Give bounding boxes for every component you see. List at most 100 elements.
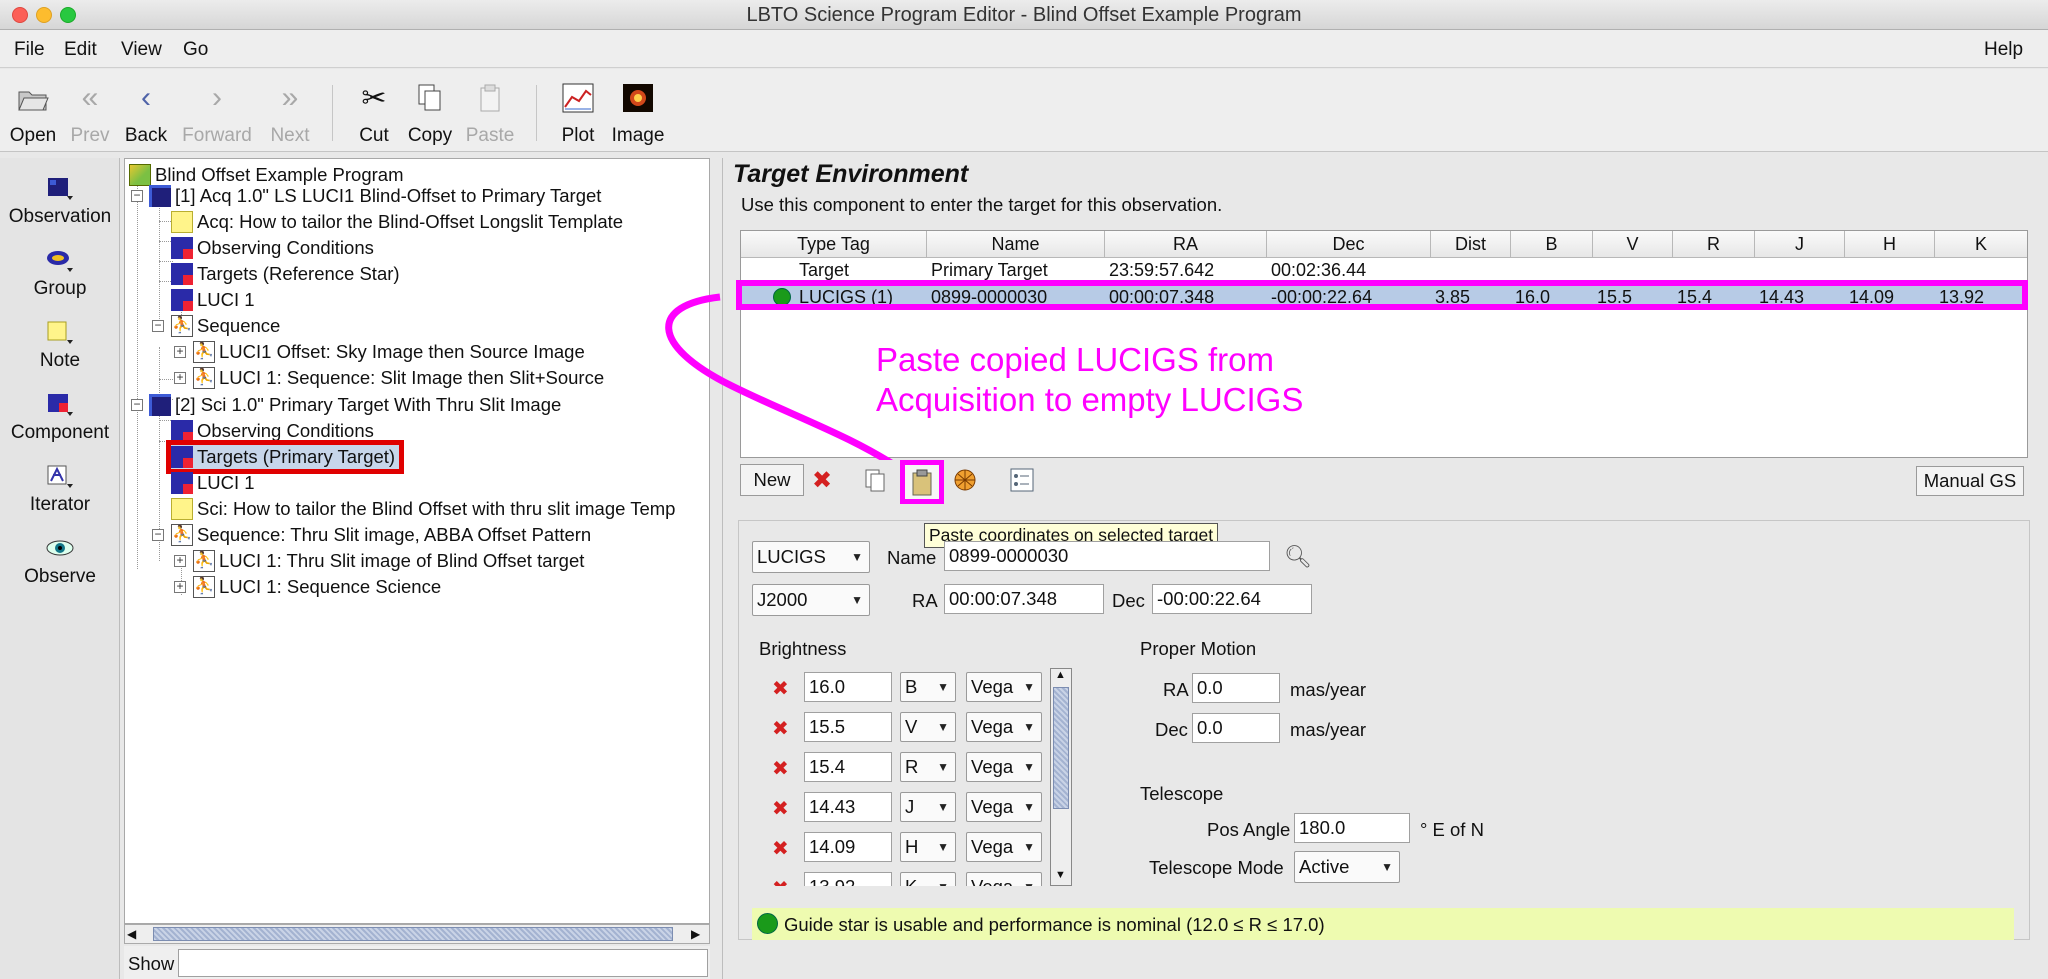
remove-magnitude-icon[interactable]: ✖ [772, 836, 789, 861]
collapse-toggle[interactable]: − [152, 319, 164, 332]
name-input[interactable]: 0899-0000030 [944, 541, 1270, 571]
scroll-down-arrow-icon[interactable]: ▼ [1055, 869, 1066, 881]
forward-button[interactable]: › Forward [181, 81, 253, 147]
remove-magnitude-icon[interactable]: ✖ [772, 676, 789, 701]
image-button[interactable]: Image [602, 81, 674, 147]
scroll-left-arrow-icon[interactable]: ◀ [127, 927, 136, 941]
magnitude-input[interactable]: 16.0 [804, 672, 892, 702]
system-combo[interactable]: Vega ▼ [966, 672, 1042, 702]
show-input[interactable] [178, 949, 708, 977]
tree-item-thru-slit[interactable]: ⛹ LUCI 1: Thru Slit image of Blind Offset… [193, 549, 584, 573]
tree-item-observation-2[interactable]: [2] Sci 1.0" Primary Target With Thru Sl… [149, 393, 561, 417]
telescope-mode-combo[interactable]: Active ▼ [1294, 851, 1400, 883]
scroll-thumb[interactable] [1053, 687, 1069, 809]
palette-observation[interactable]: Observation [0, 176, 120, 228]
tree-item-targets-reference[interactable]: Targets (Reference Star) [171, 262, 400, 286]
expand-toggle[interactable]: + [174, 345, 186, 358]
new-button[interactable]: New [740, 464, 804, 496]
column-header-dist[interactable]: Dist [1431, 231, 1511, 258]
system-combo[interactable]: Vega ▼ [966, 712, 1042, 742]
tree-item-targets-primary-selected[interactable]: Targets (Primary Target) [165, 440, 405, 474]
magnitude-scrollbar[interactable]: ▲ ▼ [1050, 668, 1072, 886]
menu-edit[interactable]: Edit [64, 39, 97, 61]
palette-observe[interactable]: Observe [0, 536, 120, 588]
band-combo[interactable]: V ▼ [900, 712, 956, 742]
target-tag-combo[interactable]: LUCIGS ▼ [752, 541, 870, 573]
magnitude-input[interactable]: 15.5 [804, 712, 892, 742]
back-button[interactable]: ‹ Back [110, 81, 182, 147]
band-combo[interactable]: R ▼ [900, 752, 956, 782]
column-header-type-tag[interactable]: Type Tag [741, 231, 927, 258]
band-combo[interactable]: K▼ [900, 872, 956, 886]
copy-coordinates-icon[interactable] [864, 468, 888, 498]
expand-toggle[interactable]: + [174, 554, 186, 567]
palette-iterator[interactable]: Iterator [0, 464, 120, 516]
duplicate-target-icon[interactable] [952, 467, 978, 499]
manual-gs-button[interactable]: Manual GS [1916, 466, 2024, 496]
band-combo[interactable]: B ▼ [900, 672, 956, 702]
column-header-v[interactable]: V [1593, 231, 1673, 258]
tree-item-luci1-2[interactable]: LUCI 1 [171, 471, 255, 495]
paste-coordinates-button[interactable] [900, 460, 944, 504]
remove-target-icon[interactable]: ✖ [812, 466, 832, 495]
band-combo[interactable]: J ▼ [900, 792, 956, 822]
tree-item-luci1[interactable]: LUCI 1 [171, 288, 255, 312]
tree-item-sequence[interactable]: ⛹ Sequence [171, 314, 280, 338]
pm-dec-input[interactable]: 0.0 [1192, 713, 1280, 743]
scroll-thumb[interactable] [153, 927, 673, 941]
menu-go[interactable]: Go [183, 39, 208, 61]
tree-item-sequence-2[interactable]: ⛹ Sequence: Thru Slit image, ABBA Offset … [171, 523, 591, 547]
expand-toggle[interactable]: + [174, 580, 186, 593]
scroll-up-arrow-icon[interactable]: ▲ [1055, 669, 1066, 681]
dec-input[interactable]: -00:00:22.64 [1152, 584, 1312, 614]
tree-item-observing-conditions-2[interactable]: Observing Conditions [171, 419, 374, 443]
magnitude-input[interactable]: 15.4 [804, 752, 892, 782]
search-icon[interactable]: 🔍︎ [1284, 544, 1312, 570]
column-header-ra[interactable]: RA [1105, 231, 1267, 258]
system-combo[interactable]: Vega ▼ [966, 872, 1042, 886]
column-header-k[interactable]: K [1935, 231, 2027, 258]
menu-view[interactable]: View [121, 39, 162, 61]
system-combo[interactable]: Vega ▼ [966, 752, 1042, 782]
magnitude-input[interactable]: 14.43 [804, 792, 892, 822]
next-button[interactable]: » Next [254, 81, 326, 147]
tree-item-note[interactable]: Acq: How to tailor the Blind-Offset Long… [171, 210, 623, 234]
remove-magnitude-icon[interactable]: ✖ [772, 876, 789, 886]
system-combo[interactable]: Vega ▼ [966, 832, 1042, 862]
coordinate-system-combo[interactable]: J2000 ▼ [752, 584, 870, 616]
list-icon[interactable] [1010, 468, 1034, 498]
ra-input[interactable]: 00:00:07.348 [944, 584, 1104, 614]
system-combo[interactable]: Vega ▼ [966, 792, 1042, 822]
palette-component[interactable]: Component [0, 392, 120, 444]
column-header-h[interactable]: H [1845, 231, 1935, 258]
pos-angle-input[interactable]: 180.0 [1294, 813, 1410, 843]
collapse-toggle[interactable]: − [152, 528, 164, 541]
expand-toggle[interactable]: + [174, 371, 186, 384]
magnitude-input[interactable]: 13.92 [804, 872, 892, 886]
column-header-b[interactable]: B [1511, 231, 1593, 258]
palette-note[interactable]: Note [0, 320, 120, 372]
tree-horizontal-scrollbar[interactable]: ◀ ▶ [124, 924, 710, 944]
collapse-toggle[interactable]: − [131, 398, 143, 411]
table-row[interactable]: Target Primary Target 23:59:57.642 00:02… [741, 258, 2027, 282]
tree-item-observation-1[interactable]: [1] Acq 1.0" LS LUCI1 Blind-Offset to Pr… [149, 184, 601, 208]
column-header-name[interactable]: Name [927, 231, 1105, 258]
tree-item-observing-conditions[interactable]: Observing Conditions [171, 236, 374, 260]
pm-ra-input[interactable]: 0.0 [1192, 673, 1280, 703]
column-header-j[interactable]: J [1755, 231, 1845, 258]
remove-magnitude-icon[interactable]: ✖ [772, 756, 789, 781]
tree-item-sci-note[interactable]: Sci: How to tailor the Blind Offset with… [171, 497, 675, 521]
remove-magnitude-icon[interactable]: ✖ [772, 716, 789, 741]
collapse-toggle[interactable]: − [131, 189, 143, 202]
tree-item-sequence-science[interactable]: ⛹ LUCI 1: Sequence Science [193, 575, 441, 599]
tree-item-luci-offset[interactable]: ⛹ LUCI1 Offset: Sky Image then Source Ima… [193, 340, 585, 364]
paste-button[interactable]: Paste [454, 81, 526, 147]
menu-file[interactable]: File [14, 39, 45, 61]
tree-item-luci-sequence[interactable]: ⛹ LUCI 1: Sequence: Slit Image then Slit+… [193, 366, 604, 390]
scroll-right-arrow-icon[interactable]: ▶ [691, 927, 700, 941]
column-header-dec[interactable]: Dec [1267, 231, 1431, 258]
band-combo[interactable]: H ▼ [900, 832, 956, 862]
menu-help[interactable]: Help [1984, 39, 2023, 61]
program-tree[interactable]: Blind Offset Example Program − [1] Acq 1… [124, 158, 710, 924]
remove-magnitude-icon[interactable]: ✖ [772, 796, 789, 821]
